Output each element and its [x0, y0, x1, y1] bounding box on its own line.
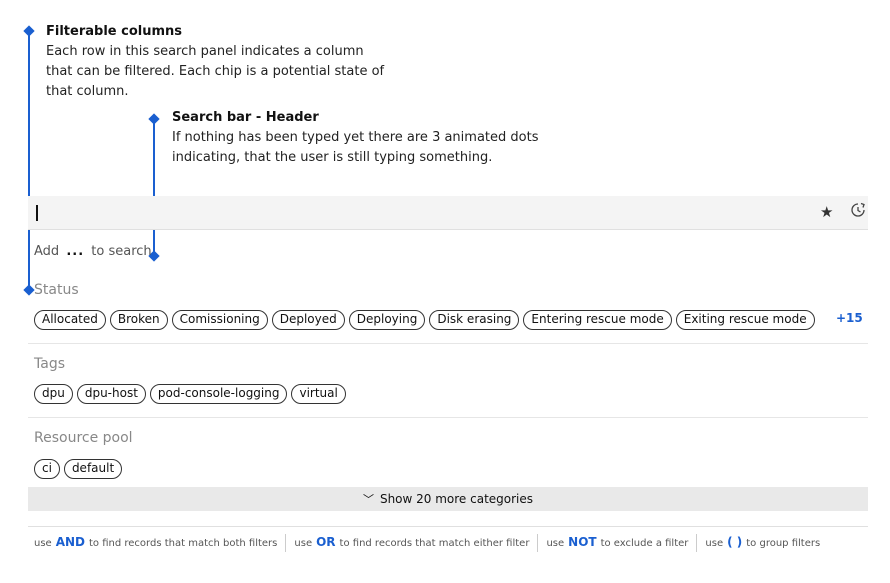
chip-default[interactable]: default: [63, 459, 123, 479]
search-panel-spec: Filterable columns Each row in this sear…: [0, 0, 890, 583]
typing-dots: ...: [66, 244, 85, 259]
chip-entering-rescue-mode[interactable]: Entering rescue mode: [523, 310, 672, 330]
section-title-status: Status: [34, 282, 79, 298]
show-more-categories-button[interactable]: ﹀ Show 20 more categories: [28, 487, 868, 511]
search-input[interactable]: ★: [28, 196, 868, 230]
chip-dpu[interactable]: dpu: [34, 384, 73, 404]
help-keyword-and: AND: [55, 535, 85, 549]
chip-deployed[interactable]: Deployed: [271, 310, 345, 330]
chip-group-resource-pool: ci default: [34, 457, 126, 479]
section-title-tags: Tags: [34, 356, 65, 372]
annotation-title: Filterable columns: [46, 24, 182, 39]
section-divider: [28, 343, 868, 344]
text-caret: [36, 205, 38, 221]
annotation-title: Search bar - Header: [172, 110, 319, 125]
status-more-count[interactable]: +15: [836, 311, 863, 325]
add-to-search-hint: Add ... to search: [34, 244, 152, 259]
help-item-not: use NOT to exclude a filter: [546, 534, 698, 552]
help-post: to exclude a filter: [600, 538, 689, 549]
help-keyword-group: ( ): [727, 535, 743, 549]
annotation-search-header: Search bar - Header If nothing has been …: [172, 108, 552, 168]
chip-exiting-rescue-mode[interactable]: Exiting rescue mode: [675, 310, 815, 330]
section-divider: [28, 417, 868, 418]
help-post: to group filters: [746, 538, 821, 549]
chevron-down-icon: ﹀: [362, 493, 374, 506]
annotation-description: If nothing has been typed yet there are …: [172, 130, 539, 165]
chip-dpu-host[interactable]: dpu-host: [76, 384, 146, 404]
chip-virtual[interactable]: virtual: [291, 384, 346, 404]
clock-icon[interactable]: [850, 202, 866, 218]
chip-broken[interactable]: Broken: [109, 310, 168, 330]
chip-group-tags: dpu dpu-host pod-console-logging virtual: [34, 382, 350, 404]
annotation-marker-search-top: [148, 113, 160, 125]
add-prefix: Add: [34, 244, 60, 259]
help-item-and: use AND to find records that match both fi…: [34, 534, 287, 552]
chip-pod-console-logging[interactable]: pod-console-logging: [149, 384, 288, 404]
search-syntax-help: use AND to find records that match both fi…: [28, 526, 868, 560]
show-more-label: Show 20 more categories: [379, 492, 534, 506]
annotation-filterable-columns: Filterable columns Each row in this sear…: [46, 22, 386, 102]
search-dropdown-panel: ★ Add ... to search Status Allocated Brok…: [28, 196, 868, 560]
annotation-marker-filterable-top: [23, 25, 35, 37]
chip-group-status: Allocated Broken Comissioning Deployed Deplo…: [34, 308, 819, 330]
help-keyword-not: NOT: [568, 535, 597, 549]
star-icon[interactable]: ★: [820, 202, 833, 222]
section-title-resource-pool: Resource pool: [34, 430, 133, 446]
chip-ci[interactable]: ci: [34, 459, 60, 479]
annotation-description: Each row in this search panel indicates …: [46, 44, 385, 99]
help-pre: use: [34, 538, 52, 549]
chip-deploying[interactable]: Deploying: [348, 310, 426, 330]
help-pre: use: [705, 538, 724, 549]
help-post: to find records that match both filters: [89, 538, 278, 549]
help-pre: use: [546, 538, 565, 549]
help-item-or: use OR to find records that match either f…: [294, 534, 539, 552]
chip-comissioning[interactable]: Comissioning: [171, 310, 268, 330]
help-item-group: use( ) to group filters: [705, 534, 828, 552]
help-pre: use: [294, 538, 313, 549]
add-suffix: to search: [91, 244, 152, 259]
help-post: to find records that match either filter: [339, 538, 530, 549]
help-keyword-or: OR: [316, 535, 336, 549]
chip-disk-erasing[interactable]: Disk erasing: [429, 310, 520, 330]
chip-allocated[interactable]: Allocated: [34, 310, 106, 330]
